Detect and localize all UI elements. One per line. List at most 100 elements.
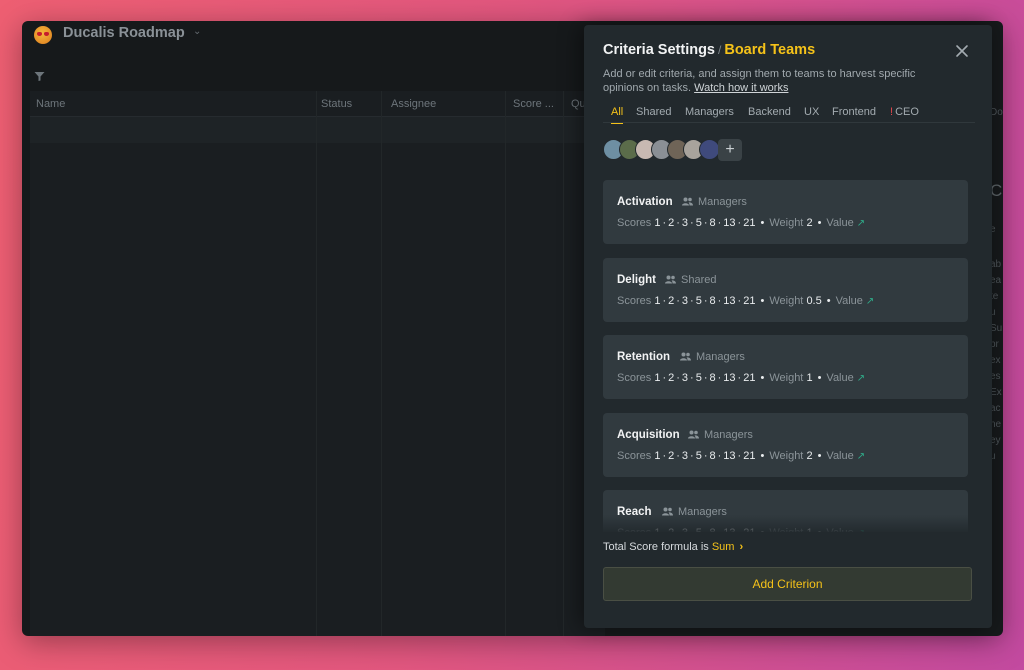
weight-value: 0.5 xyxy=(806,294,822,307)
criterion-card[interactable]: Activation Managers Scores 1 · 2 · 3 · 5 · 8 · 13 · 21… xyxy=(603,180,968,244)
arrow-up-right-icon: ↗ xyxy=(856,218,866,229)
bullet-separator: • xyxy=(817,217,822,229)
score-separator: · xyxy=(690,294,694,307)
chevron-down-icon[interactable]: ⌄ xyxy=(193,26,201,37)
emoji-heart-eyes-icon[interactable] xyxy=(34,26,52,44)
panel-subtitle: Board Teams xyxy=(724,42,816,58)
score-separator: · xyxy=(690,449,694,462)
add-member-button[interactable]: + xyxy=(718,139,742,161)
bullet-separator: • xyxy=(760,372,765,384)
score-value: 13 xyxy=(723,372,736,384)
bullet-separator: • xyxy=(760,449,765,462)
score-value: 3 xyxy=(681,217,689,229)
table-row[interactable] xyxy=(30,117,605,143)
score-separator: · xyxy=(703,217,708,229)
arrow-up-right-icon: ↗ xyxy=(856,450,866,462)
score-separator: · xyxy=(690,217,694,229)
value-label: Value xyxy=(826,449,854,462)
tab-backend[interactable]: Backend xyxy=(748,106,791,118)
score-separator: · xyxy=(662,449,667,462)
score-separator: · xyxy=(703,449,708,462)
board-header: Ducalis Roadmap ⌄ xyxy=(22,21,582,51)
criterion-team: Shared xyxy=(665,274,716,286)
score-separator: · xyxy=(717,294,722,307)
score-value: 8 xyxy=(709,372,716,384)
criterion-meta: Scores 1 · 2 · 3 · 5 · 8 · 13 · 21 • Weight 2 • Value ↗ xyxy=(617,450,865,462)
criterion-card[interactable]: Delight Shared Scores 1 · 2 · 3 · 5 · 8 · 13 · 21 • Weig… xyxy=(603,257,968,322)
close-icon[interactable] xyxy=(954,43,970,59)
score-separator: · xyxy=(737,294,742,307)
tab-label: CEO xyxy=(895,106,919,118)
criterion-team: Managers xyxy=(680,351,745,363)
team-name: Shared xyxy=(681,273,717,286)
tab-ux[interactable]: UX xyxy=(804,106,819,118)
scroll-fade xyxy=(603,515,968,537)
tab-shared[interactable]: Shared xyxy=(636,106,671,118)
column-score[interactable]: Score ... xyxy=(513,98,554,110)
score-value: 3 xyxy=(681,372,689,384)
criteria-list: Activation Managers Scores 1 · 2 · 3 · 5 · 8 · 13 · 21… xyxy=(603,180,968,532)
criterion-meta: Scores 1·2·3·5·8·13·21•Weight 1•Value↗ xyxy=(617,372,865,384)
score-separator: · xyxy=(662,294,667,307)
users-icon xyxy=(665,275,676,283)
score-separator: · xyxy=(717,217,722,229)
weight-value: 2 xyxy=(806,449,813,462)
criterion-name: Acquisition xyxy=(617,428,680,441)
tab-frontend[interactable]: Frontend xyxy=(832,106,876,118)
score-separator: · xyxy=(703,294,708,307)
chevron-right-icon: › xyxy=(739,541,744,553)
table-body xyxy=(30,117,605,636)
arrow-up-right-icon: ↗ xyxy=(856,373,866,384)
score-separator: · xyxy=(737,217,742,229)
arrow-up-right-icon: ↗ xyxy=(865,295,875,307)
score-value: 2 xyxy=(668,217,675,229)
panel-title-text: Criteria Settings xyxy=(603,42,715,58)
total-score-formula[interactable]: Total Score formula is Sum › xyxy=(603,541,743,553)
column-divider xyxy=(563,91,564,636)
tab-label: Shared xyxy=(636,106,672,118)
score-value: 8 xyxy=(709,449,716,462)
scores-label: Scores xyxy=(617,217,652,229)
watch-how-it-works-link[interactable]: Watch how it works xyxy=(694,82,788,94)
bullet-separator: • xyxy=(760,294,765,307)
avatar[interactable] xyxy=(699,139,720,160)
add-criterion-button[interactable]: Add Criterion xyxy=(603,567,972,601)
score-separator: · xyxy=(737,372,742,384)
criterion-card[interactable]: Acquisition Managers Scores 1 · 2 · 3 · 5 · 8 · 13 · 2… xyxy=(603,412,968,477)
bullet-separator: • xyxy=(760,217,765,229)
tab-all[interactable]: All xyxy=(611,106,624,124)
filter-icon[interactable] xyxy=(34,71,45,82)
column-name[interactable]: Name xyxy=(36,98,65,110)
score-value: 2 xyxy=(668,294,675,307)
column-assignee[interactable]: Assignee xyxy=(391,98,436,110)
table-header: Name Status Assignee Score ... Qu xyxy=(30,91,605,117)
scores-label: Scores xyxy=(617,449,652,462)
criterion-meta: Scores 1 · 2 · 3 · 5 · 8 · 13 · 21 • Weight 0.5 • Value ↗ xyxy=(617,295,874,307)
criterion-name: Delight xyxy=(617,273,656,286)
scores-label: Scores xyxy=(617,372,652,384)
column-divider xyxy=(316,91,317,636)
score-value: 21 xyxy=(743,372,756,384)
weight-label: Weight xyxy=(769,294,804,307)
score-value: 13 xyxy=(723,217,736,229)
score-value: 21 xyxy=(743,217,756,229)
team-name: Managers xyxy=(698,196,747,208)
warning-icon: ! xyxy=(890,106,894,118)
tab-label: UX xyxy=(804,106,820,118)
tab-managers[interactable]: Managers xyxy=(685,106,734,118)
criterion-team: Managers xyxy=(682,196,747,208)
criterion-card[interactable]: Retention Managers Scores 1 · 2 · 3 · 5 · 8 · 13 · 21 •… xyxy=(603,335,968,399)
tab-ceo[interactable]: ! CEO xyxy=(890,106,919,118)
weight-value: 2 xyxy=(806,217,813,229)
value-label: Value xyxy=(826,372,854,384)
value-label: Value xyxy=(835,294,863,307)
tab-label: Managers xyxy=(685,106,734,118)
score-value: 8 xyxy=(709,217,716,229)
column-status[interactable]: Status xyxy=(321,98,352,110)
board-title[interactable]: Ducalis Roadmap xyxy=(63,25,185,41)
score-separator: · xyxy=(676,294,680,307)
score-value: 5 xyxy=(695,294,702,307)
bullet-separator: • xyxy=(826,294,831,307)
bullet-separator: • xyxy=(817,372,822,384)
score-value: 21 xyxy=(743,449,756,462)
